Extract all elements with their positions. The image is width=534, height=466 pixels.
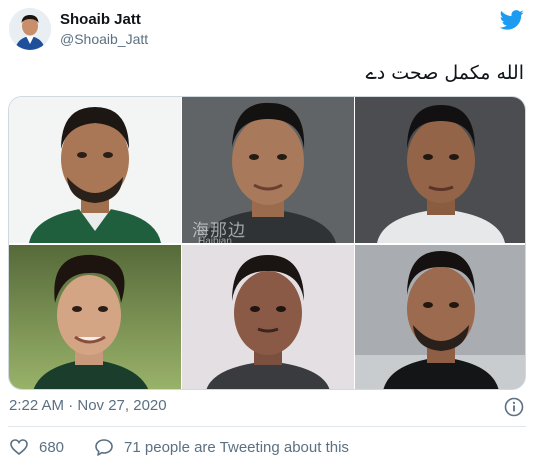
media-grid (8, 96, 526, 390)
user-name[interactable]: Shoaib Jatt (60, 11, 141, 28)
photo-5[interactable] (182, 245, 354, 389)
tweet-card: Shoaib Jatt @Shoaib_Jatt الله مکمل صحت د… (0, 0, 534, 466)
tweet-text: الله مکمل صحت دے (365, 62, 524, 84)
tweeting-about-link[interactable]: 71 people are Tweeting about this (94, 437, 349, 457)
tweet-actions: 680 71 people are Tweeting about this (9, 436, 349, 458)
user-handle[interactable]: @Shoaib_Jatt (60, 31, 148, 47)
photo-3[interactable] (355, 97, 525, 243)
twitter-bird-icon[interactable] (500, 10, 524, 30)
photo-4[interactable] (9, 245, 181, 389)
speech-bubble-icon (94, 437, 114, 457)
tweeting-about-text: 71 people are Tweeting about this (124, 438, 349, 456)
like-button[interactable]: 680 (9, 437, 64, 457)
like-count: 680 (39, 438, 65, 456)
photo-1[interactable] (9, 97, 181, 243)
divider (8, 426, 526, 427)
photo-6[interactable] (355, 245, 525, 389)
tweet-timestamp[interactable]: 2:22 AM · Nov 27, 2020 (9, 397, 167, 414)
avatar[interactable] (9, 8, 51, 50)
info-icon[interactable] (504, 397, 524, 417)
heart-icon (9, 437, 29, 457)
photo-2[interactable] (182, 97, 354, 243)
